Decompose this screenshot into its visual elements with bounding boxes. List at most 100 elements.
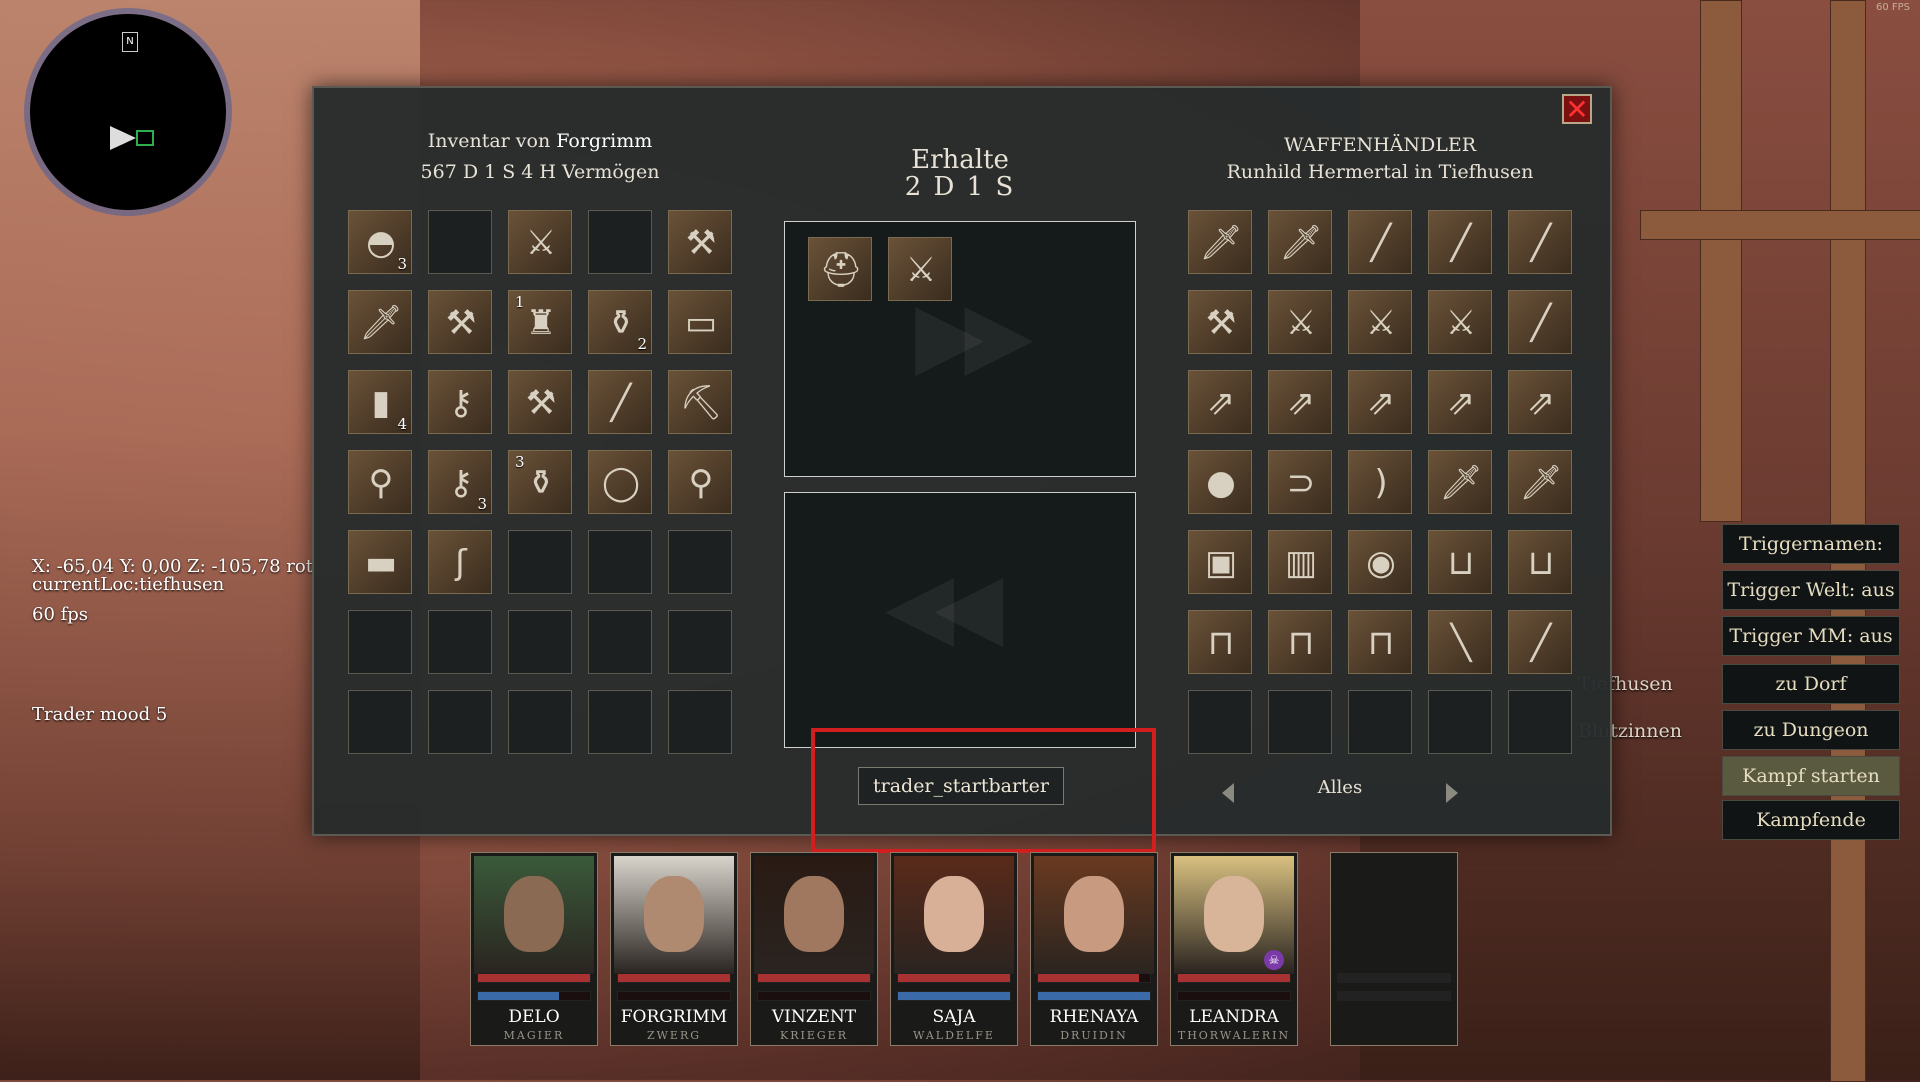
- inventory-slot[interactable]: ⚷ 3: [428, 450, 492, 514]
- cloak-icon: ▥: [1284, 543, 1318, 583]
- debug-button[interactable]: Kampfende: [1722, 800, 1900, 840]
- ae-bar: [617, 991, 731, 1001]
- inventory-slot[interactable]: ▭: [668, 290, 732, 354]
- inventory-slot[interactable]: [588, 530, 652, 594]
- debug-button[interactable]: Trigger MM: aus: [1722, 616, 1900, 656]
- item-count: 3: [477, 495, 487, 513]
- merchant-slot[interactable]: ▣: [1188, 530, 1252, 594]
- merchant-slot[interactable]: ╱: [1428, 210, 1492, 274]
- merchant-slot[interactable]: ▥: [1268, 530, 1332, 594]
- helmet-icon: ⛑: [819, 250, 863, 290]
- merchant-slot[interactable]: ⊃: [1268, 450, 1332, 514]
- merchant-slot[interactable]: ⇗: [1348, 370, 1412, 434]
- merchant-slot[interactable]: ●: [1188, 450, 1252, 514]
- inventory-slot[interactable]: ⚒: [428, 290, 492, 354]
- minimap[interactable]: N: [30, 14, 226, 210]
- offer-slot[interactable]: ⚔: [888, 237, 952, 301]
- inventory-slot[interactable]: [348, 610, 412, 674]
- debug-button[interactable]: Trigger Welt: aus: [1722, 570, 1900, 610]
- inventory-slot[interactable]: [508, 610, 572, 674]
- inventory-slot[interactable]: ◓ 3: [348, 210, 412, 274]
- staff-icon: ╱: [610, 383, 632, 423]
- debug-button[interactable]: zu Dungeon: [1722, 710, 1900, 750]
- debug-button[interactable]: zu Dorf: [1722, 664, 1900, 704]
- inventory-slot[interactable]: ʃ: [428, 530, 492, 594]
- sword-icon: ⚔: [525, 223, 557, 263]
- merchant-slot[interactable]: ⇗: [1268, 370, 1332, 434]
- inventory-slot[interactable]: [588, 610, 652, 674]
- trade-title: Erhalte: [911, 145, 1009, 175]
- party-member[interactable]: SAJA WALDELFE: [890, 852, 1018, 1046]
- merchant-slot[interactable]: 🗡: [1508, 450, 1572, 514]
- empty-bar: [1337, 991, 1451, 1001]
- inventory-slot[interactable]: [428, 610, 492, 674]
- inventory-slot[interactable]: ╱: [588, 370, 652, 434]
- party-member[interactable]: FORGRIMM ZWERG: [610, 852, 738, 1046]
- merchant-slot[interactable]: ⊓: [1348, 610, 1412, 674]
- merchant-slot[interactable]: [1268, 690, 1332, 754]
- merchant-slot[interactable]: 🗡: [1428, 450, 1492, 514]
- merchant-slot[interactable]: ╱: [1508, 290, 1572, 354]
- inventory-slot[interactable]: [348, 690, 412, 754]
- inventory-slot[interactable]: [428, 210, 492, 274]
- inventory-slot[interactable]: [668, 690, 732, 754]
- inventory-slot[interactable]: [668, 530, 732, 594]
- merchant-slot[interactable]: [1508, 690, 1572, 754]
- merchant-slot[interactable]: ⚔: [1428, 290, 1492, 354]
- inventory-slot[interactable]: ⚲: [668, 450, 732, 514]
- inventory-slot[interactable]: ♜ 1: [508, 290, 572, 354]
- inventory-slot[interactable]: ⛏: [668, 370, 732, 434]
- inventory-slot[interactable]: ◯: [588, 450, 652, 514]
- inventory-slot[interactable]: [508, 530, 572, 594]
- merchant-slot[interactable]: ⚒: [1188, 290, 1252, 354]
- merchant-slot[interactable]: ◉: [1348, 530, 1412, 594]
- merchant-slot[interactable]: ⇗: [1428, 370, 1492, 434]
- filter-prev-icon[interactable]: [1222, 783, 1234, 803]
- close-button[interactable]: ✕: [1562, 94, 1592, 124]
- inventory-slot[interactable]: ⚒: [668, 210, 732, 274]
- merchant-slot[interactable]: [1348, 690, 1412, 754]
- merchant-slot[interactable]: ⊔: [1428, 530, 1492, 594]
- merchant-slot[interactable]: ⊔: [1508, 530, 1572, 594]
- party-member[interactable]: VINZENT KRIEGER: [750, 852, 878, 1046]
- merchant-slot[interactable]: ⚔: [1268, 290, 1332, 354]
- empty-party-slot[interactable]: [1330, 852, 1458, 1046]
- merchant-slot[interactable]: [1428, 690, 1492, 754]
- sell-box[interactable]: ◀◀: [784, 492, 1136, 748]
- inventory-slot[interactable]: [428, 690, 492, 754]
- inventory-slot[interactable]: ⚱ 3: [508, 450, 572, 514]
- merchant-slot[interactable]: ⊓: [1188, 610, 1252, 674]
- inventory-slot[interactable]: ⚒: [508, 370, 572, 434]
- debug-button[interactable]: Kampf starten: [1722, 756, 1900, 796]
- inventory-slot[interactable]: ⚱ 2: [588, 290, 652, 354]
- shield-icon: ◉: [1366, 543, 1396, 583]
- merchant-slot[interactable]: ⇗: [1508, 370, 1572, 434]
- merchant-slot[interactable]: ╱: [1508, 610, 1572, 674]
- inventory-slot[interactable]: ⚔: [508, 210, 572, 274]
- merchant-slot[interactable]: ╲: [1428, 610, 1492, 674]
- inventory-slot[interactable]: [668, 610, 732, 674]
- inventory-slot[interactable]: ▮ 4: [348, 370, 412, 434]
- inventory-slot[interactable]: ⚲: [348, 450, 412, 514]
- merchant-slot[interactable]: ╱: [1348, 210, 1412, 274]
- party-member[interactable]: ☠ LEANDRA THORWALERIN: [1170, 852, 1298, 1046]
- inventory-slot[interactable]: 🗡: [348, 290, 412, 354]
- debug-button[interactable]: Triggernamen: aus: [1722, 524, 1900, 593]
- inventory-slot[interactable]: ⚷: [428, 370, 492, 434]
- offer-slot[interactable]: ⛑: [808, 237, 872, 301]
- merchant-slot[interactable]: ⇗: [1188, 370, 1252, 434]
- merchant-slot[interactable]: [1188, 690, 1252, 754]
- merchant-slot[interactable]: 🗡: [1268, 210, 1332, 274]
- inventory-slot[interactable]: [508, 690, 572, 754]
- filter-next-icon[interactable]: [1446, 783, 1458, 803]
- merchant-slot[interactable]: ╱: [1508, 210, 1572, 274]
- merchant-slot[interactable]: ⚔: [1348, 290, 1412, 354]
- party-member[interactable]: RHENAYA DRUIDIN: [1030, 852, 1158, 1046]
- inventory-slot[interactable]: ▬: [348, 530, 412, 594]
- merchant-slot[interactable]: ): [1348, 450, 1412, 514]
- inventory-slot[interactable]: [588, 210, 652, 274]
- merchant-slot[interactable]: ⊓: [1268, 610, 1332, 674]
- inventory-slot[interactable]: [588, 690, 652, 754]
- party-member[interactable]: DELO MAGIER: [470, 852, 598, 1046]
- merchant-slot[interactable]: 🗡: [1188, 210, 1252, 274]
